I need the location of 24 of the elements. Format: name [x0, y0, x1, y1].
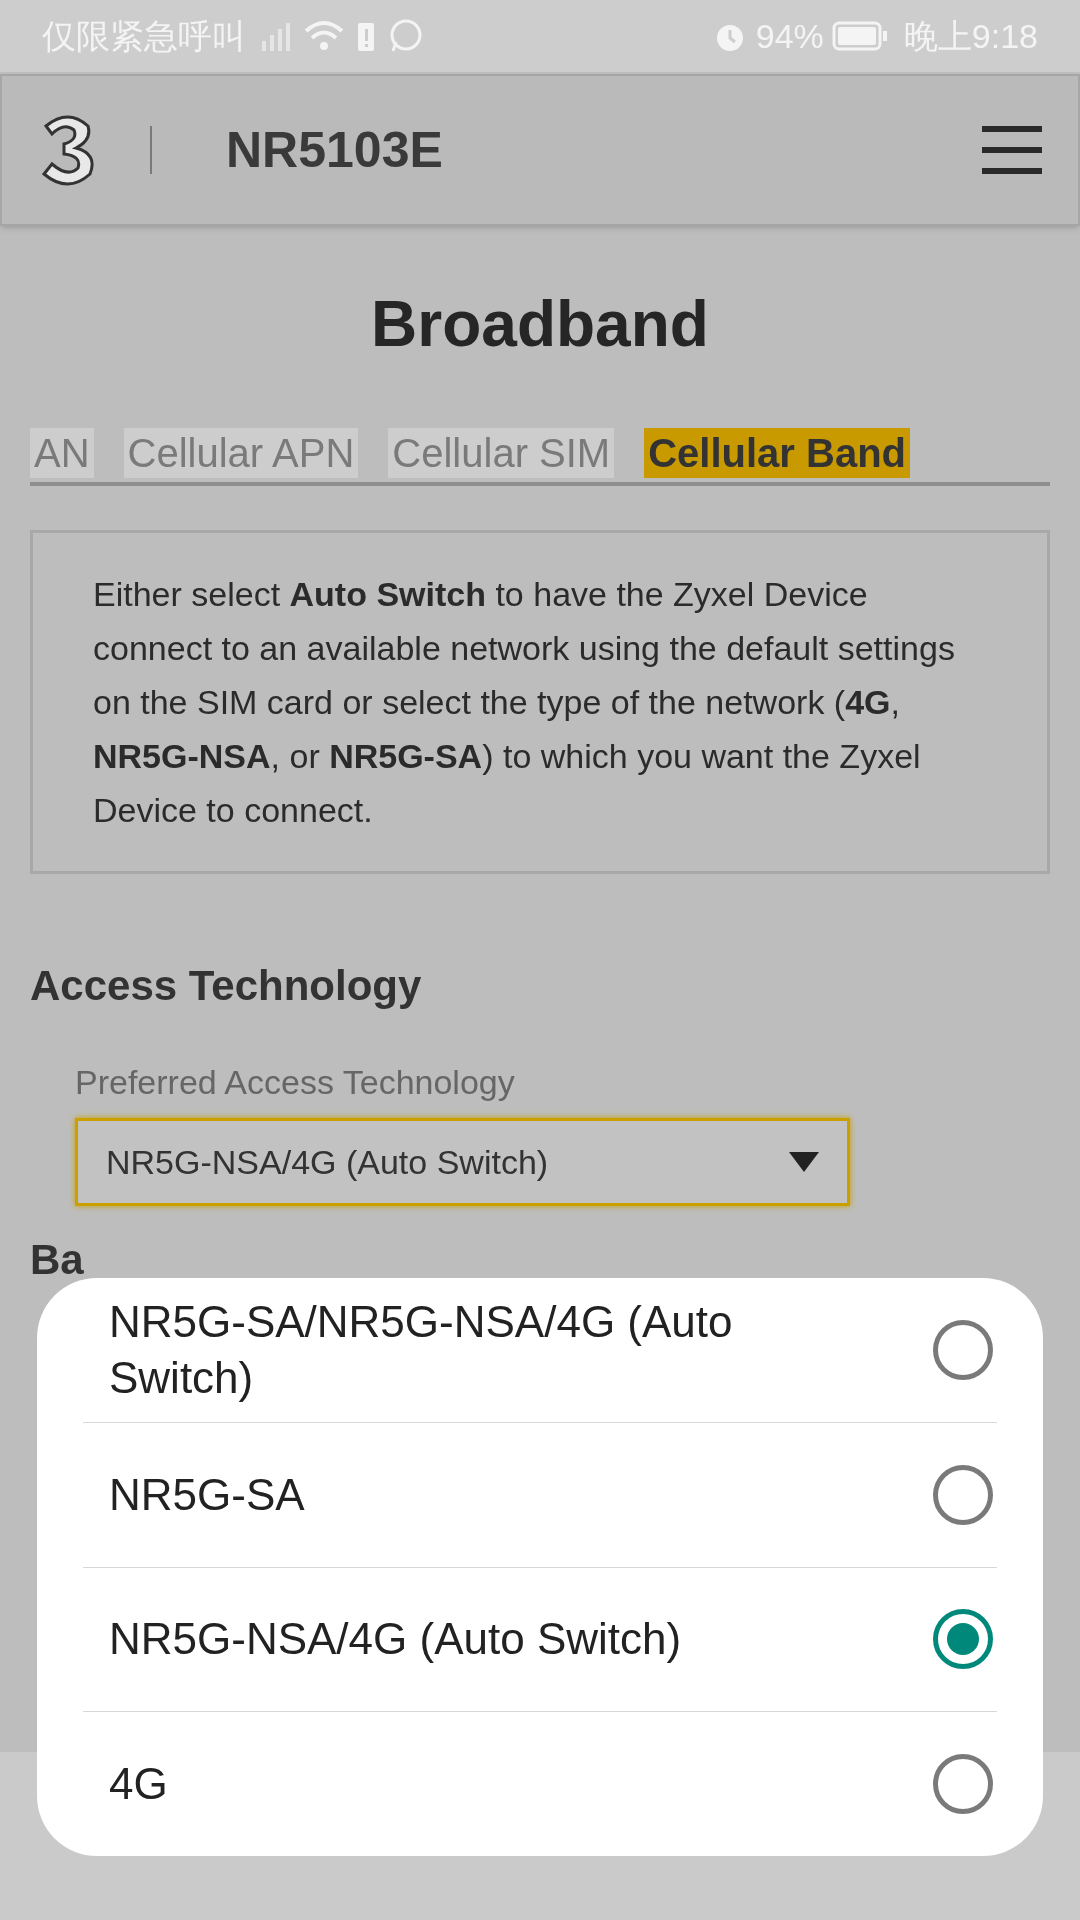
wifi-icon	[304, 19, 344, 53]
dropdown-arrow-icon	[789, 1152, 819, 1172]
battery-icon	[831, 21, 888, 51]
radio-button[interactable]	[933, 1319, 993, 1380]
page-title: Broadband	[370, 287, 710, 362]
section-heading: Ba	[30, 1235, 85, 1285]
section-heading: Access Technology	[30, 961, 423, 1011]
option-row[interactable]: NR5G-SA/NR5G-NSA/4G (Auto Switch)	[83, 1278, 997, 1423]
radio-button[interactable]	[933, 1609, 993, 1670]
device-title: NR5103E	[226, 120, 443, 180]
option-label: NR5G-NSA/4G (Auto Switch)	[109, 1613, 683, 1666]
tab[interactable]: Cellular Band	[644, 428, 911, 478]
option-row[interactable]: NR5G-NSA/4G (Auto Switch)	[83, 1567, 997, 1713]
info-text: Either select Auto Switch to have the Zyxel Device connect to an available network using the default settings on the SIM card or select the type of the network (4G, NR5G-NSA, or NR5G-SA) to which you want the Zyxel Device to connect.	[93, 575, 955, 829]
option-label: NR5G-SA/NR5G-NSA/4G (Auto Switch)	[109, 1295, 734, 1404]
option-row[interactable]: NR5G-SA	[83, 1422, 997, 1568]
option-label: 4G	[109, 1758, 169, 1811]
access-technology-select[interactable]: NR5G-NSA/4G (Auto Switch)	[75, 1118, 850, 1206]
option-row[interactable]: 4G	[83, 1712, 997, 1856]
field-label: Preferred Access Technology	[75, 1062, 516, 1103]
radio-button[interactable]	[933, 1464, 993, 1525]
chat-icon	[388, 18, 424, 54]
radio-button[interactable]	[933, 1754, 993, 1815]
option-label: NR5G-SA	[109, 1468, 306, 1521]
